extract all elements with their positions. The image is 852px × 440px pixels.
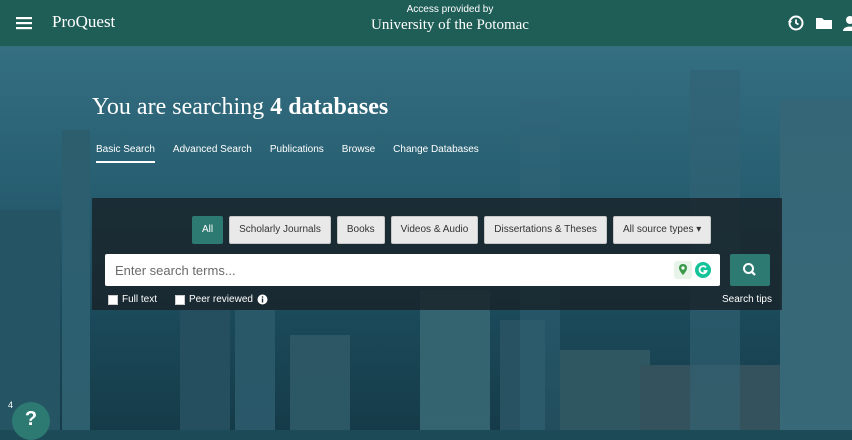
access-info: Access provided by University of the Pot… <box>300 4 600 34</box>
source-type-filters: All Scholarly Journals Books Videos & Au… <box>192 216 712 244</box>
database-count: 4 databases <box>270 94 389 120</box>
search-button[interactable] <box>730 254 770 286</box>
tab-basic-search[interactable]: Basic Search <box>96 144 155 163</box>
search-tips-link[interactable]: Search tips <box>722 294 772 305</box>
search-box <box>105 254 720 286</box>
search-options: Full text Peer reviewed <box>108 294 268 305</box>
full-text-label: Full text <box>122 294 158 305</box>
page-title: You are searching 4 databases <box>92 94 388 121</box>
tab-change-databases[interactable]: Change Databases <box>393 144 479 163</box>
tab-advanced-search[interactable]: Advanced Search <box>173 144 252 163</box>
menu-icon[interactable] <box>14 13 34 33</box>
extension-icons <box>674 261 712 279</box>
folder-icon[interactable] <box>814 13 834 33</box>
search-icon <box>743 263 756 276</box>
search-panel: All Scholarly Journals Books Videos & Au… <box>92 198 782 310</box>
filter-books[interactable]: Books <box>336 216 385 244</box>
peer-reviewed-label: Peer reviewed <box>189 294 253 305</box>
help-icon: ? <box>24 408 38 430</box>
history-icon[interactable] <box>786 13 806 33</box>
search-input[interactable] <box>105 254 665 286</box>
filter-dissertations-theses[interactable]: Dissertations & Theses <box>484 216 607 244</box>
full-text-checkbox[interactable] <box>108 294 118 305</box>
filter-scholarly-journals[interactable]: Scholarly Journals <box>229 216 331 244</box>
full-text-option[interactable]: Full text <box>108 294 157 305</box>
filter-all[interactable]: All <box>192 216 224 244</box>
tab-browse[interactable]: Browse <box>342 144 375 163</box>
access-label: Access provided by <box>406 4 494 15</box>
info-icon[interactable] <box>257 294 268 305</box>
location-pin-icon[interactable] <box>674 261 692 279</box>
search-mode-tabs: Basic Search Advanced Search Publication… <box>96 144 497 163</box>
page-title-prefix: You are searching <box>92 94 271 120</box>
proquest-logo[interactable]: ProQuest <box>52 12 115 32</box>
institution-name: University of the Potomac <box>371 17 529 33</box>
user-icon[interactable] <box>840 13 852 33</box>
tab-publications[interactable]: Publications <box>270 144 324 163</box>
grammarly-icon[interactable] <box>694 261 712 279</box>
help-button[interactable]: 4 ? <box>8 400 50 440</box>
peer-reviewed-checkbox[interactable] <box>175 294 186 305</box>
top-bar: ProQuest Access provided by University o… <box>0 0 852 46</box>
all-source-types-dropdown[interactable]: All source types ▾ <box>612 216 712 244</box>
filter-videos-audio[interactable]: Videos & Audio <box>390 216 479 244</box>
peer-reviewed-option[interactable]: Peer reviewed <box>175 294 268 305</box>
